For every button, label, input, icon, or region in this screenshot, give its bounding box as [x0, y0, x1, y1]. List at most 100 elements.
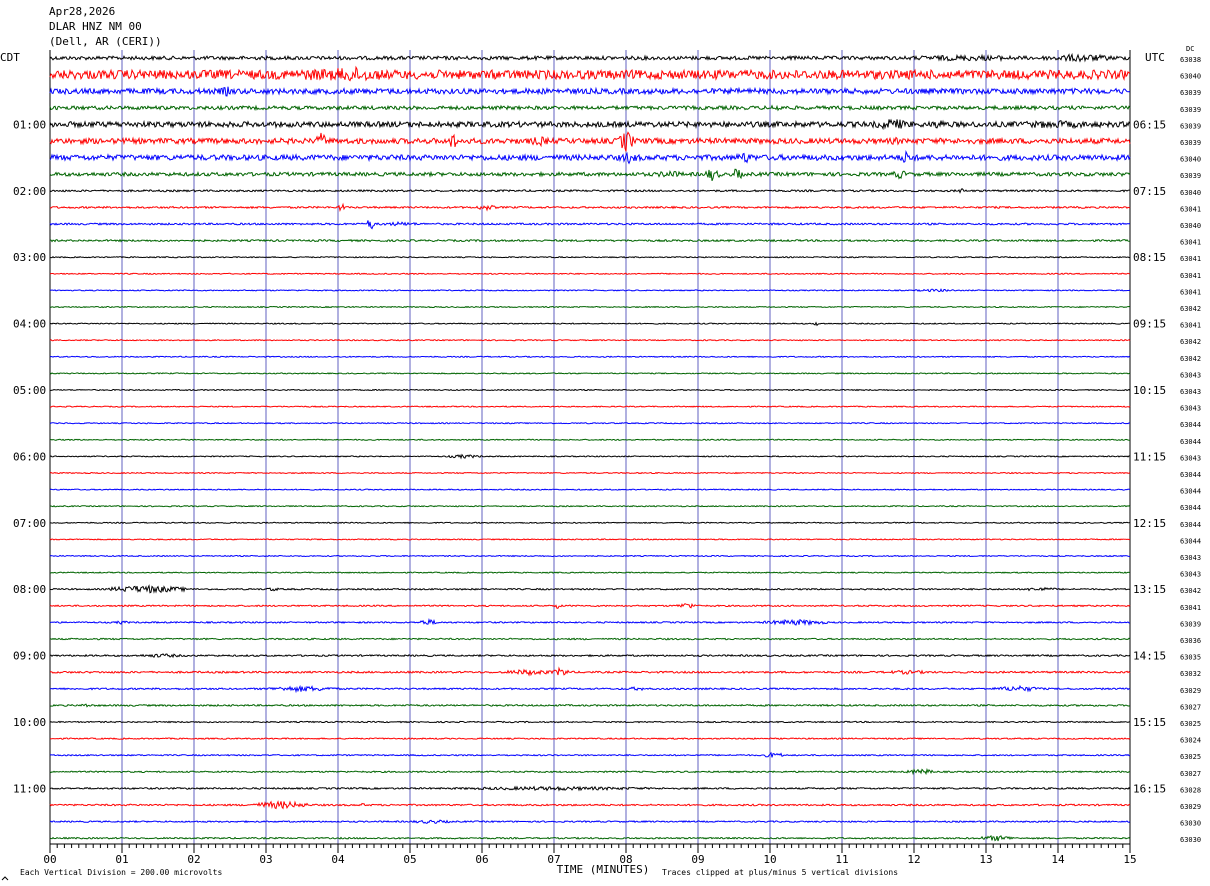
- left-hour-label: 09:00: [13, 650, 46, 663]
- x-tick-label: 14: [1051, 853, 1065, 866]
- dc-offset-label: 63044: [1180, 471, 1201, 479]
- dc-offset-label: 63035: [1180, 654, 1201, 662]
- seismic-trace-22: [49, 422, 1131, 425]
- dc-offset-label: 63040: [1180, 73, 1201, 81]
- dc-offset-label: 63029: [1180, 803, 1201, 811]
- seismic-trace-13: [49, 272, 1131, 275]
- right-hour-label: 07:15: [1133, 185, 1166, 198]
- seismic-trace-16: [49, 321, 1131, 327]
- dc-offset-label: 63041: [1180, 239, 1201, 247]
- dc-offset-label: 63024: [1180, 737, 1201, 745]
- seismic-trace-34: [49, 618, 1131, 627]
- seismic-trace-28: [50, 521, 1131, 525]
- seismic-trace-31: [49, 571, 1130, 574]
- scale-note: Each Vertical Division = 200.00 microvol…: [20, 868, 222, 877]
- seismic-trace-40: [49, 720, 1131, 724]
- dc-offset-label: 63041: [1180, 272, 1201, 280]
- dc-offset-label: 63043: [1180, 454, 1201, 462]
- seismic-trace-7: [49, 168, 1131, 181]
- dc-offset-label: 63041: [1180, 255, 1201, 263]
- right-hour-label: 12:15: [1133, 517, 1166, 530]
- x-tick-label: 12: [907, 853, 920, 866]
- x-tick-label: 03: [259, 853, 272, 866]
- seismic-trace-17: [49, 338, 1131, 342]
- right-hour-label: 09:15: [1133, 318, 1166, 331]
- dc-offset-label: 63042: [1180, 587, 1201, 595]
- x-tick-label: 02: [187, 853, 200, 866]
- seismic-trace-19: [49, 372, 1131, 375]
- dc-offset-label: 63044: [1180, 488, 1201, 496]
- dc-offset-label: 63042: [1180, 338, 1201, 346]
- dc-offset-label: 63039: [1180, 89, 1201, 97]
- seismic-trace-4: [49, 118, 1131, 131]
- left-hour-label: 02:00: [13, 185, 46, 198]
- dc-offset-label: 63044: [1180, 537, 1201, 545]
- seismic-trace-15: [49, 305, 1131, 309]
- seismic-trace-0: [49, 52, 1131, 63]
- x-tick-label: 05: [403, 853, 416, 866]
- dc-offset-label: 63041: [1180, 604, 1201, 612]
- seismic-trace-11: [49, 238, 1131, 243]
- dc-offset-label: 63041: [1180, 322, 1201, 330]
- trace-layer: [49, 52, 1131, 842]
- seismic-trace-10: [49, 220, 1131, 230]
- seismic-trace-18: [49, 355, 1131, 358]
- seismic-trace-33: [49, 603, 1131, 609]
- dc-offset-label: 63027: [1180, 770, 1201, 778]
- seismic-trace-8: [49, 188, 1130, 194]
- dc-offset-label: 63039: [1180, 139, 1201, 147]
- grid-layer: [49, 50, 1131, 844]
- seismic-trace-23: [49, 438, 1131, 441]
- seismic-trace-45: [49, 800, 1131, 810]
- dc-offset-label: 63044: [1180, 438, 1201, 446]
- dc-offset-label: 63043: [1180, 371, 1201, 379]
- dc-offset-label: 63040: [1180, 222, 1201, 230]
- dc-offset-label: 63025: [1180, 753, 1201, 761]
- dc-offset-label: 63028: [1180, 786, 1201, 794]
- left-hour-label: 01:00: [13, 118, 46, 131]
- seismic-trace-27: [49, 504, 1131, 508]
- dc-offset-label: 63043: [1180, 388, 1201, 396]
- x-axis-title: TIME (MINUTES): [557, 863, 650, 876]
- x-tick-label: 00: [43, 853, 56, 866]
- right-hour-label: 16:15: [1133, 782, 1166, 795]
- left-hour-label: 03:00: [13, 251, 46, 264]
- dc-offset-label: 63043: [1180, 554, 1201, 562]
- x-tick-label: 06: [475, 853, 488, 866]
- seismic-trace-32: [50, 584, 1131, 594]
- left-hour-label: 04:00: [13, 318, 46, 331]
- seismic-trace-30: [49, 554, 1130, 558]
- dc-offset-label: 63040: [1180, 189, 1201, 197]
- dc-offset-label: 63027: [1180, 703, 1201, 711]
- left-hour-label: 10:00: [13, 716, 46, 729]
- dc-offset-label: 63038: [1180, 56, 1201, 64]
- dc-offset-label: 63044: [1180, 421, 1201, 429]
- dc-offset-label: 63025: [1180, 720, 1201, 728]
- dc-offset-label: 63039: [1180, 172, 1201, 180]
- dc-offset-label: 63041: [1180, 205, 1201, 213]
- dc-offset-label: 63032: [1180, 670, 1201, 678]
- seismic-trace-38: [49, 684, 1131, 694]
- dc-offset-label: 63044: [1180, 521, 1201, 529]
- left-hour-label: 05:00: [13, 384, 46, 397]
- seismic-trace-3: [49, 104, 1131, 112]
- dc-offset-label: 63043: [1180, 571, 1201, 579]
- seismic-trace-47: [49, 834, 1131, 842]
- right-hour-label: 11:15: [1133, 450, 1166, 463]
- left-hour-label: 06:00: [13, 450, 46, 463]
- seismic-trace-20: [49, 388, 1131, 392]
- dc-offset-label: 63043: [1180, 405, 1201, 413]
- dc-offset-label: 63030: [1180, 836, 1201, 844]
- seismic-trace-25: [49, 471, 1131, 475]
- x-tick-label: 15: [1123, 853, 1136, 866]
- x-tick-label: 11: [835, 853, 848, 866]
- x-tick-label: 04: [331, 853, 345, 866]
- right-hour-label: 08:15: [1133, 251, 1166, 264]
- seismic-trace-37: [49, 666, 1131, 677]
- seismic-trace-6: [49, 149, 1131, 165]
- seismic-trace-29: [49, 538, 1131, 541]
- seismic-trace-5: [49, 131, 1131, 152]
- seismic-trace-41: [49, 737, 1131, 740]
- seismic-trace-21: [49, 405, 1131, 408]
- dc-offset-label: 63042: [1180, 305, 1201, 313]
